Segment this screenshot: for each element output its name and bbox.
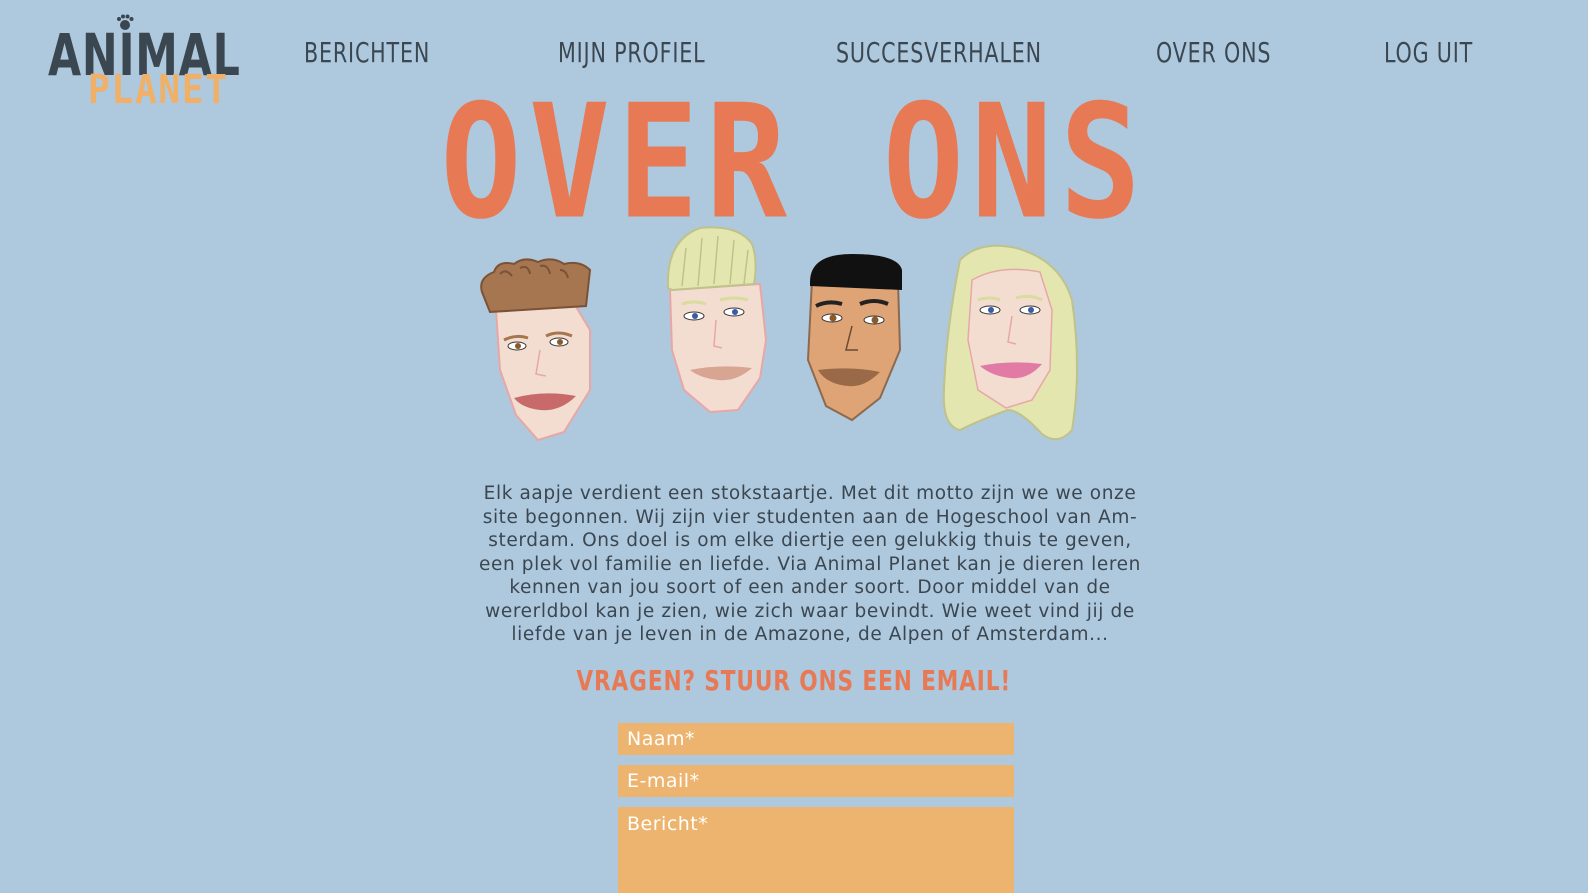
nav-over-ons[interactable]: OVER ONS <box>1156 36 1271 69</box>
page-title: OVER ONS <box>0 84 1588 242</box>
name-input[interactable] <box>618 723 1014 755</box>
black-hair-man-face <box>806 254 902 422</box>
about-paragraph: Elk aapje verdient een stokstaartje. Met… <box>470 482 1150 647</box>
about-line: sterdam. Ons doel is om elke diertje een… <box>488 530 1132 551</box>
brown-hair-man-face <box>480 258 592 442</box>
page-title-text: OVER ONS <box>440 71 1148 255</box>
message-textarea[interactable] <box>618 807 1014 893</box>
about-line: een plek vol familie en liefde. Via Anim… <box>479 553 1141 575</box>
email-input[interactable] <box>618 765 1014 797</box>
contact-heading: VRAGEN? STUUR ONS EEN EMAIL! <box>0 664 1588 697</box>
contact-heading-text: VRAGEN? STUUR ONS EEN EMAIL! <box>576 664 1012 697</box>
nav-succesverhalen[interactable]: SUCCESVERHALEN <box>836 36 1042 69</box>
about-page: ANIMAL PLANET BERICHTEN MIJN PROFIEL SUC… <box>0 0 1588 893</box>
about-line: kennen van jou soort of een ander soort.… <box>509 577 1111 598</box>
nav-berichten[interactable]: BERICHTEN <box>304 36 430 69</box>
about-line: Elk aapje verdient een stokstaartje. Met… <box>483 483 1137 504</box>
about-line: site begonnen. Wij zijn vier studenten a… <box>482 506 1138 528</box>
team-illustration <box>480 226 1078 442</box>
nav-log-uit[interactable]: LOG UIT <box>1384 36 1473 69</box>
about-line: liefde van je leven in de Amazone, de Al… <box>511 624 1109 645</box>
about-line: wererldbol kan je zien, wie zich waar be… <box>485 600 1135 622</box>
blonde-man-face <box>666 226 768 414</box>
blonde-woman-face <box>942 244 1078 441</box>
nav-mijn-profiel[interactable]: MIJN PROFIEL <box>558 36 705 69</box>
